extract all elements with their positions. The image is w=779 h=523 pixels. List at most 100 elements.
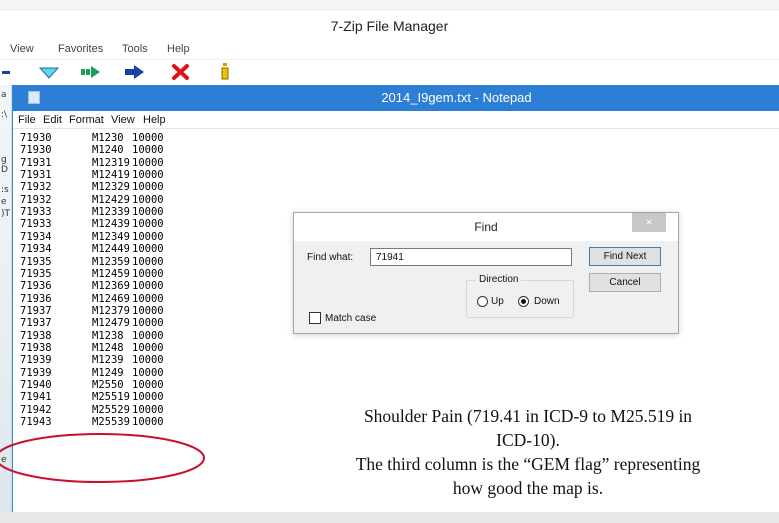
gem-flag: 10000 [132, 255, 164, 268]
icd9-code: 71937 [20, 304, 52, 317]
icd9-code: 71931 [20, 169, 52, 182]
notepad-titlebar[interactable]: 2014_I9gem.txt - Notepad [13, 85, 779, 111]
icd10-code: M1240 [92, 144, 124, 157]
zip-window-title: 7-Zip File Manager [330, 18, 449, 34]
icd10-code: M12429 [92, 193, 130, 206]
caption-line: Shoulder Pain (719.41 in ICD-9 to M25.51… [363, 406, 693, 426]
gem-flag: 10000 [132, 379, 164, 391]
notepad-text-line: 71932 M12429 10000 [20, 194, 164, 206]
icd9-code: 71938 [20, 341, 52, 354]
gem-flag: 10000 [132, 354, 164, 367]
direction-down-radio[interactable] [518, 296, 529, 307]
icd10-code: M12339 [92, 206, 130, 219]
gem-flag: 10000 [132, 329, 164, 342]
find-what-input[interactable] [370, 248, 572, 266]
match-case-checkbox[interactable] [309, 312, 321, 324]
icd10-code: M1238 [92, 329, 124, 342]
highlight-ellipse [0, 433, 205, 483]
zip-menubar: View Favorites Tools Help [0, 40, 779, 60]
icd9-code: 71932 [20, 181, 52, 194]
gem-flag: 10000 [132, 403, 164, 416]
icd10-code: M12369 [92, 280, 130, 293]
notepad-menu-edit[interactable]: Edit [43, 114, 62, 126]
find-what-label: Find what: [307, 252, 354, 263]
icd10-code: M1239 [92, 354, 124, 367]
gem-flag: 10000 [132, 156, 164, 169]
notepad-text-line: 71939 M1239 10000 [20, 354, 164, 366]
direction-down-label: Down [534, 296, 560, 307]
icd10-code: M12329 [92, 181, 130, 194]
find-dialog-title: Find [474, 220, 498, 234]
desktop-fragment-text: :s [1, 185, 9, 195]
caption-line: ICD-10). [496, 430, 560, 450]
icd10-code: M12379 [92, 304, 130, 317]
notepad-text-line: 71937 M12479 10000 [20, 317, 164, 329]
gem-flag: 10000 [132, 132, 164, 144]
desktop-fragment-text: D [1, 165, 8, 175]
notepad-text-line: 71933 M12439 10000 [20, 218, 164, 230]
icd9-code: 71936 [20, 280, 52, 293]
notepad-text-line: 71942 M25529 10000 [20, 404, 164, 416]
test-icon[interactable] [80, 60, 102, 84]
icd10-code: M12419 [92, 169, 130, 182]
notepad-window-title: 2014_I9gem.txt - Notepad [381, 90, 532, 105]
find-dialog-body: Find what: Find Next Cancel Direction Up… [294, 241, 678, 333]
notepad-text-line: 71934 M12449 10000 [20, 243, 164, 255]
icd9-code: 71939 [20, 354, 52, 367]
direction-up-radio[interactable] [477, 296, 488, 307]
delete-icon[interactable] [170, 60, 192, 84]
notepad-text-line: 71933 M12339 10000 [20, 206, 164, 218]
close-button[interactable]: × [632, 213, 666, 232]
zip-menu-tools[interactable]: Tools [122, 43, 148, 55]
icd10-code: M1230 [92, 132, 124, 144]
icd10-code: M1248 [92, 341, 124, 354]
desktop-fragment-text: e [1, 197, 7, 207]
notepad-menu-help[interactable]: Help [143, 114, 166, 126]
gem-flag: 10000 [132, 416, 164, 429]
icd10-code: M25539 [92, 416, 130, 429]
notepad-text-line: 71938 M1248 10000 [20, 342, 164, 354]
zip-menu-help[interactable]: Help [167, 43, 190, 55]
notepad-bottom-edge [0, 512, 779, 523]
notepad-text-line: 71943 M25539 10000 [20, 416, 164, 428]
cancel-button[interactable]: Cancel [589, 273, 661, 292]
icd10-code: M1249 [92, 366, 124, 379]
add-icon[interactable] [2, 60, 12, 84]
find-next-button[interactable]: Find Next [589, 247, 661, 266]
gem-flag: 10000 [132, 317, 164, 330]
copy-icon[interactable] [124, 60, 146, 84]
caption-line: how good the map is. [452, 478, 604, 498]
icd9-code: 71933 [20, 218, 52, 231]
zip-menu-favorites[interactable]: Favorites [58, 43, 103, 55]
icd9-code: 71935 [20, 255, 52, 268]
icd10-code: M12479 [92, 317, 130, 330]
icd10-code: M12359 [92, 255, 130, 268]
info-icon[interactable] [214, 60, 236, 84]
extract-icon[interactable] [38, 60, 60, 84]
notepad-text-line: 71941 M25519 10000 [20, 391, 164, 403]
notepad-menu-file[interactable]: File [18, 114, 36, 126]
icd9-code: 71942 [20, 403, 52, 416]
notepad-menu-view[interactable]: View [111, 114, 135, 126]
notepad-text-line: 71935 M12459 10000 [20, 268, 164, 280]
caption-line: The third column is the “GEM flag” repre… [355, 454, 701, 474]
find-dialog-titlebar[interactable]: Find × [294, 213, 678, 241]
icd10-code: M12449 [92, 243, 130, 256]
icd9-code: 71930 [20, 132, 52, 144]
notepad-menu-format[interactable]: Format [69, 114, 104, 126]
zip-titlebar[interactable]: 7-Zip File Manager [0, 10, 779, 40]
icd9-code: 71940 [20, 379, 52, 391]
gem-flag: 10000 [132, 193, 164, 206]
icd10-code: M25519 [92, 391, 130, 404]
zip-menu-view[interactable]: View [10, 43, 34, 55]
icd9-code: 71937 [20, 317, 52, 330]
gem-flag: 10000 [132, 391, 164, 404]
icd9-code: 71938 [20, 329, 52, 342]
gem-flag: 10000 [132, 230, 164, 243]
notepad-text-line: 71935 M12359 10000 [20, 256, 164, 268]
icd9-code: 71936 [20, 292, 52, 305]
icd9-code: 71935 [20, 267, 52, 280]
gem-flag: 10000 [132, 218, 164, 231]
zip-top-strip [0, 0, 779, 10]
gem-flag: 10000 [132, 243, 164, 256]
